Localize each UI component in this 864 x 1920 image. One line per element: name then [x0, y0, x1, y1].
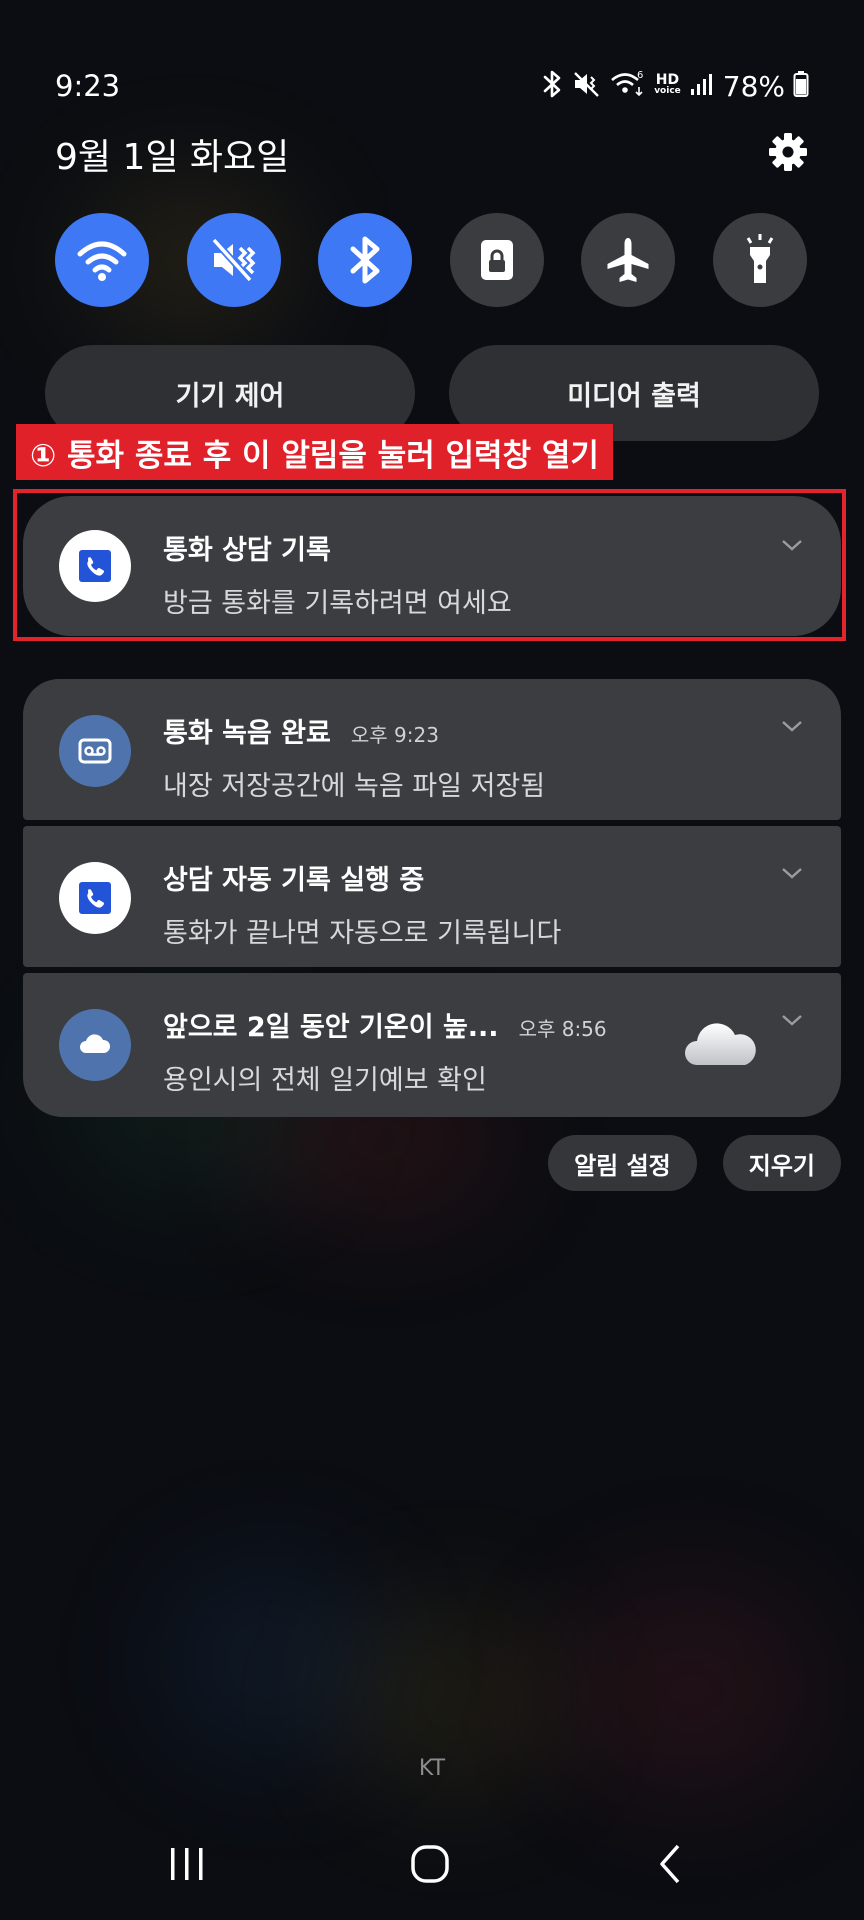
wifi-icon [77, 241, 127, 281]
notification-actions: 알림 설정 지우기 [548, 1135, 841, 1191]
notification-time: 오후 9:23 [350, 723, 439, 747]
annotation-callout: ① 통화 종료 후 이 알림을 눌러 입력창 열기 [16, 424, 613, 480]
date-label: 9월 1일 화요일 [55, 137, 290, 178]
battery-icon [793, 70, 809, 102]
svg-text:6: 6 [637, 70, 643, 81]
gear-icon[interactable] [767, 131, 809, 177]
notification-body: 통화가 끝나면 자동으로 기록됩니다 [163, 918, 562, 949]
bluetooth-icon [542, 69, 564, 103]
vibrate-mute-icon [210, 237, 256, 283]
rotation-lock-toggle[interactable] [449, 213, 544, 307]
voicemail-icon [59, 715, 131, 787]
home-button[interactable] [398, 1832, 462, 1896]
navigation-bar [0, 1832, 864, 1896]
signal-icon [689, 71, 715, 101]
bluetooth-toggle[interactable] [318, 213, 413, 307]
recents-button[interactable] [155, 1832, 219, 1896]
phone-app-icon [59, 862, 131, 934]
back-button[interactable] [640, 1832, 704, 1896]
wifi6-icon: 6 [610, 69, 646, 103]
notification-text: 앞으로 2일 동안 기온이 높... 오후 8:56 용인시의 전체 일기예보 … [163, 1005, 607, 1097]
weather-cloud-icon [683, 1015, 763, 1075]
carrier-label: KT [418, 1756, 446, 1781]
hd-voice-icon: HD voice [654, 72, 681, 96]
notification-auto-record[interactable]: 상담 자동 기록 실행 중 통화가 끝나면 자동으로 기록됩니다 [23, 826, 841, 967]
notification-body: 내장 저장공간에 녹음 파일 저장됨 [163, 771, 546, 802]
notification-title: 통화 녹음 완료 오후 9:23 [163, 718, 439, 749]
notification-weather[interactable]: 앞으로 2일 동안 기온이 높... 오후 8:56 용인시의 전체 일기예보 … [23, 973, 841, 1117]
notification-time: 오후 8:56 [518, 1017, 607, 1041]
recents-icon [171, 1848, 203, 1880]
home-icon [411, 1845, 449, 1883]
date-row: 9월 1일 화요일 [55, 126, 809, 182]
bluetooth-icon [350, 236, 380, 284]
airplane-toggle[interactable] [581, 213, 676, 307]
status-time: 9:23 [55, 69, 121, 103]
mute-vibrate-icon [572, 69, 602, 103]
battery-percent: 78% [722, 69, 785, 103]
chevron-down-icon[interactable] [781, 862, 803, 884]
back-icon [660, 1844, 680, 1884]
quick-toggles [55, 213, 807, 307]
flashlight-icon [746, 234, 774, 283]
status-icons: 6 HD voice 78% [542, 69, 809, 103]
chevron-down-icon[interactable] [781, 1009, 803, 1031]
wifi-toggle[interactable] [55, 213, 149, 307]
notification-recording-complete[interactable]: 통화 녹음 완료 오후 9:23 내장 저장공간에 녹음 파일 저장됨 [23, 679, 841, 820]
notification-title: 앞으로 2일 동안 기온이 높... 오후 8:56 [163, 1012, 607, 1043]
lock-icon [480, 240, 513, 280]
highlight-frame [13, 489, 846, 641]
chevron-down-icon[interactable] [781, 715, 803, 737]
sound-toggle[interactable] [186, 213, 281, 307]
notification-text: 상담 자동 기록 실행 중 통화가 끝나면 자동으로 기록됩니다 [163, 858, 561, 950]
status-bar: 9:23 6 HD voice 78% [55, 66, 809, 106]
notification-settings-button[interactable]: 알림 설정 [548, 1135, 697, 1191]
notification-text: 통화 녹음 완료 오후 9:23 내장 저장공간에 녹음 파일 저장됨 [163, 711, 545, 803]
notification-body: 용인시의 전체 일기예보 확인 [163, 1065, 487, 1096]
clear-button[interactable]: 지우기 [722, 1135, 841, 1191]
cloud-icon [59, 1009, 131, 1081]
airplane-icon [607, 238, 649, 282]
notification-title: 상담 자동 기록 실행 중 [163, 865, 425, 896]
flashlight-toggle[interactable] [712, 213, 807, 307]
